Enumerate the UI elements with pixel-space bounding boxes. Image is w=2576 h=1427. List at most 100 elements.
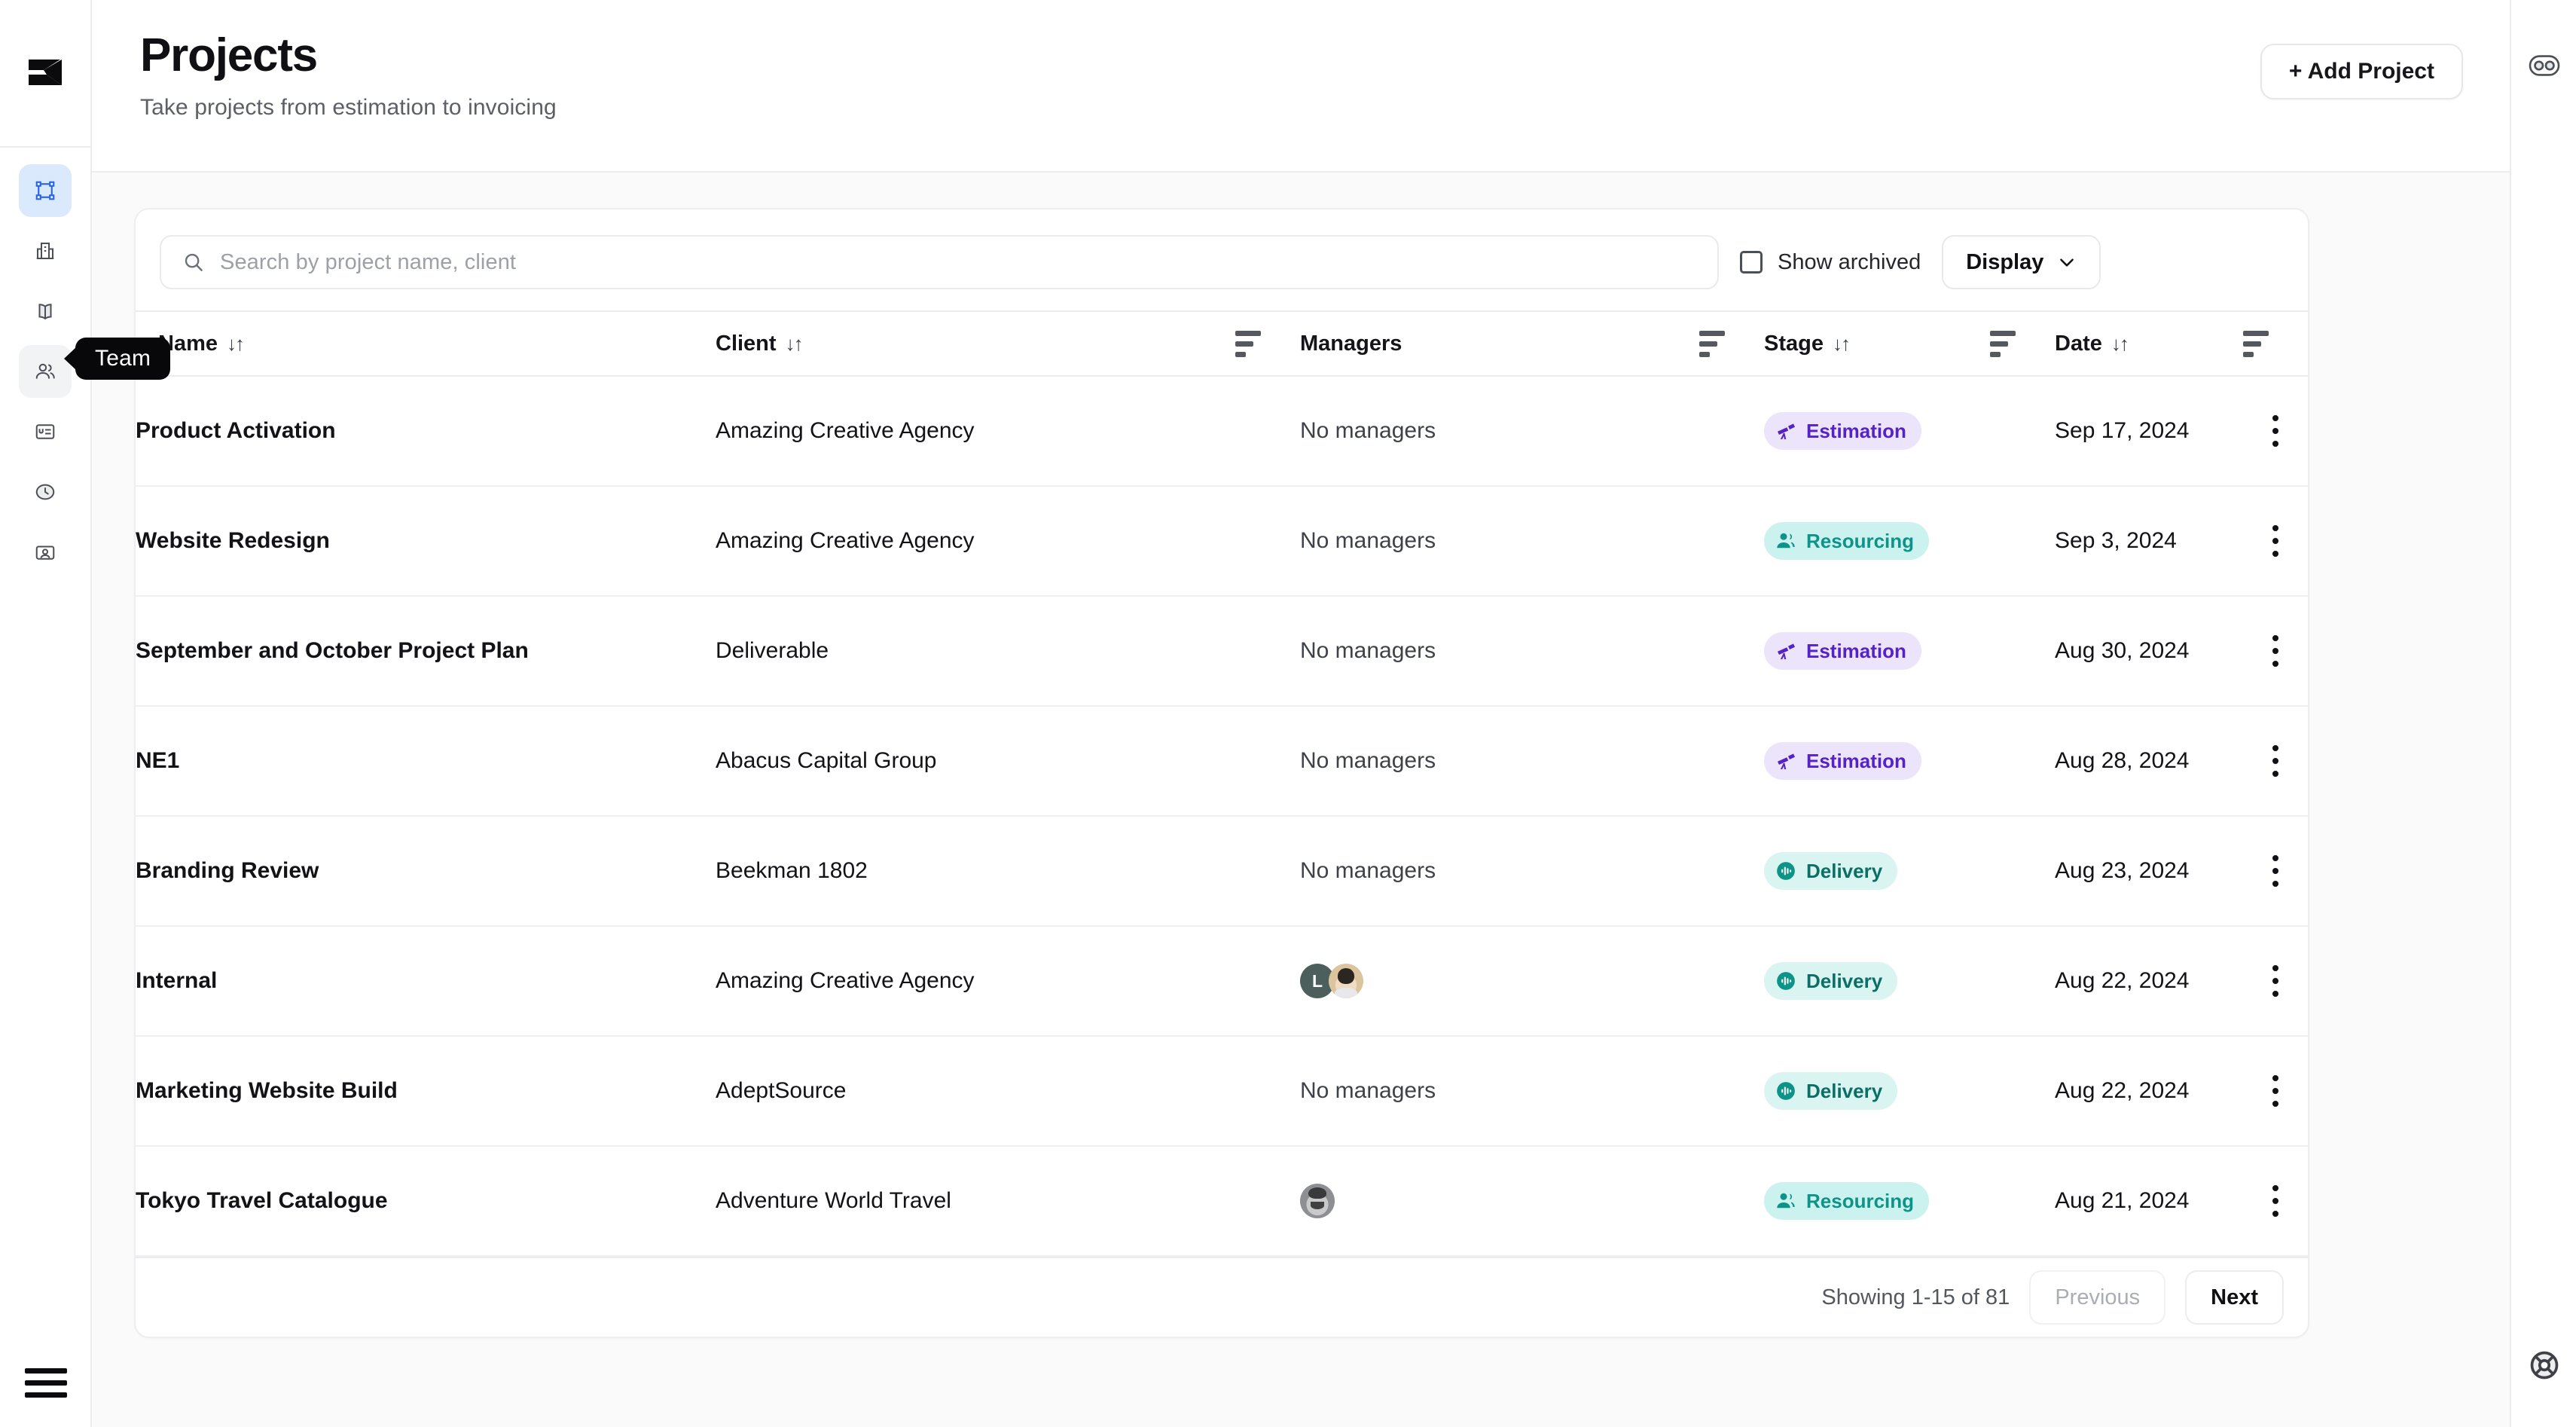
column-header-name[interactable]: Name ↓↑ xyxy=(136,310,716,377)
no-managers-label: No managers xyxy=(1300,748,1436,773)
cell-name: NE1 xyxy=(136,706,716,817)
row-menu-button[interactable] xyxy=(2243,855,2308,887)
cell-row-menu xyxy=(2243,926,2308,1037)
cell-managers-filter-spacer xyxy=(1699,1146,1764,1257)
sidebar-menu-toggle[interactable] xyxy=(0,1365,92,1400)
cell-row-menu xyxy=(2243,486,2308,597)
row-menu-button[interactable] xyxy=(2243,1075,2308,1107)
column-filter-client[interactable] xyxy=(1235,310,1300,377)
clock-icon xyxy=(35,484,55,500)
no-managers-label: No managers xyxy=(1300,1078,1436,1103)
row-menu-button[interactable] xyxy=(2243,525,2308,557)
cell-client: Abacus Capital Group xyxy=(716,706,1235,817)
row-menu-button[interactable] xyxy=(2243,415,2308,447)
table-toolbar: Search by project name, client Show arch… xyxy=(136,209,2308,310)
column-header-stage[interactable]: Stage ↓↑ xyxy=(1764,310,1990,377)
cell-managers: No managers xyxy=(1300,596,1699,707)
row-menu-button[interactable] xyxy=(2243,1185,2308,1217)
sidebar-item-time[interactable] xyxy=(19,466,72,518)
add-project-button[interactable]: + Add Project xyxy=(2260,44,2463,99)
status-badge-label: Estimation xyxy=(1806,419,1906,442)
table-row[interactable]: Product Activation Amazing Creative Agenc… xyxy=(136,376,2308,487)
row-menu-button[interactable] xyxy=(2243,635,2308,667)
help-button[interactable] xyxy=(2511,1349,2576,1382)
table-row[interactable]: NE1 Abacus Capital Group No managers Estima… xyxy=(136,706,2308,817)
column-header-client[interactable]: Client ↓↑ xyxy=(716,310,1235,377)
cell-managers: No managers xyxy=(1300,1036,1699,1147)
invoice-icon xyxy=(35,424,55,439)
status-badge-label: Delivery xyxy=(1806,859,1883,882)
table-row[interactable]: Website Redesign Amazing Creative Agency N… xyxy=(136,486,2308,597)
column-label-managers: Managers xyxy=(1300,331,1402,356)
sidebar-item-library[interactable] xyxy=(19,285,72,338)
cell-stage: Estimation xyxy=(1764,596,1990,707)
panel-toggle-button[interactable] xyxy=(2511,54,2576,77)
table-body: Product Activation Amazing Creative Agenc… xyxy=(136,376,2308,1257)
cell-row-menu xyxy=(2243,376,2308,487)
cell-row-menu xyxy=(2243,1146,2308,1257)
cell-client-filter-spacer xyxy=(1235,706,1300,817)
column-filter-stage[interactable] xyxy=(1990,310,2055,377)
search-input[interactable]: Search by project name, client xyxy=(160,235,1719,289)
cell-managers xyxy=(1300,1146,1699,1257)
sidebar-item-account[interactable] xyxy=(19,526,72,579)
avatar[interactable] xyxy=(1300,1184,1335,1218)
cell-managers-filter-spacer xyxy=(1699,376,1764,487)
previous-page-button[interactable]: Previous xyxy=(2029,1270,2166,1325)
show-archived-checkbox[interactable]: Show archived xyxy=(1740,250,1921,275)
table-row[interactable]: September and October Project Plan Delive… xyxy=(136,596,2308,707)
app-logo[interactable] xyxy=(0,0,91,148)
sidebar-item-clients[interactable] xyxy=(19,225,72,277)
sidebar-item-projects[interactable] xyxy=(19,164,72,217)
cell-stage: Delivery xyxy=(1764,816,1990,927)
no-managers-label: No managers xyxy=(1300,638,1436,663)
row-menu-button[interactable] xyxy=(2243,745,2308,777)
display-label: Display xyxy=(1966,249,2044,274)
lifebuoy-help-icon xyxy=(2530,1351,2559,1380)
table-header: Name ↓↑ Client ↓↑ Managers Stage ↓↑ Date… xyxy=(136,310,2308,377)
manager-avatars[interactable] xyxy=(1300,1184,1699,1218)
display-dropdown-button[interactable]: Display xyxy=(1942,235,2101,289)
avatar[interactable] xyxy=(1329,964,1363,998)
table-row[interactable]: Marketing Website Build AdeptSource No man… xyxy=(136,1036,2308,1147)
checkbox-box-icon xyxy=(1740,251,1763,273)
table-header-row: Name ↓↑ Client ↓↑ Managers Stage ↓↑ Date… xyxy=(136,310,2308,377)
status-badge: Resourcing xyxy=(1764,522,1930,560)
row-menu-button[interactable] xyxy=(2243,965,2308,997)
status-badge-label: Resourcing xyxy=(1806,1189,1915,1212)
toggle-switch-icon xyxy=(2529,55,2560,76)
filter-icon xyxy=(1235,330,1300,357)
cell-name: Marketing Website Build xyxy=(136,1036,716,1147)
status-badge-label: Delivery xyxy=(1806,969,1883,992)
sidebar-item-invoices[interactable] xyxy=(19,405,72,458)
cell-client-filter-spacer xyxy=(1235,1036,1300,1147)
cell-client: AdeptSource xyxy=(716,1036,1235,1147)
cell-name: Tokyo Travel Catalogue xyxy=(136,1146,716,1257)
next-page-button[interactable]: Next xyxy=(2185,1270,2284,1325)
table-row[interactable]: Internal Amazing Creative Agency L Delivery… xyxy=(136,926,2308,1037)
status-badge: Delivery xyxy=(1764,962,1898,1000)
cell-date: Sep 3, 2024 xyxy=(2055,486,2243,597)
column-filter-managers[interactable] xyxy=(1699,310,1764,377)
cell-client: Amazing Creative Agency xyxy=(716,376,1235,487)
column-filter-date[interactable] xyxy=(2243,310,2308,377)
telescope-icon xyxy=(1778,753,1795,769)
column-header-date[interactable]: Date ↓↑ xyxy=(2055,310,2243,377)
cell-client-filter-spacer xyxy=(1235,926,1300,1037)
cell-stage: Delivery xyxy=(1764,1036,1990,1147)
telescope-icon xyxy=(1778,643,1795,659)
sort-arrows-icon: ↓↑ xyxy=(785,332,804,355)
cell-stage-filter-spacer xyxy=(1990,486,2055,597)
cell-stage-filter-spacer xyxy=(1990,596,2055,707)
column-header-managers[interactable]: Managers xyxy=(1300,310,1699,377)
table-row[interactable]: Tokyo Travel Catalogue Adventure World Tr… xyxy=(136,1146,2308,1257)
page-title: Projects xyxy=(140,29,318,81)
cell-name: Internal xyxy=(136,926,716,1037)
table-row[interactable]: Branding Review Beekman 1802 No managers De… xyxy=(136,816,2308,927)
cell-client: Deliverable xyxy=(716,596,1235,707)
left-sidebar xyxy=(0,0,92,1427)
column-label-date: Date xyxy=(2055,331,2102,356)
logo-flag-icon xyxy=(29,60,62,85)
manager-avatars[interactable]: L xyxy=(1300,964,1699,998)
cell-client: Amazing Creative Agency xyxy=(716,486,1235,597)
